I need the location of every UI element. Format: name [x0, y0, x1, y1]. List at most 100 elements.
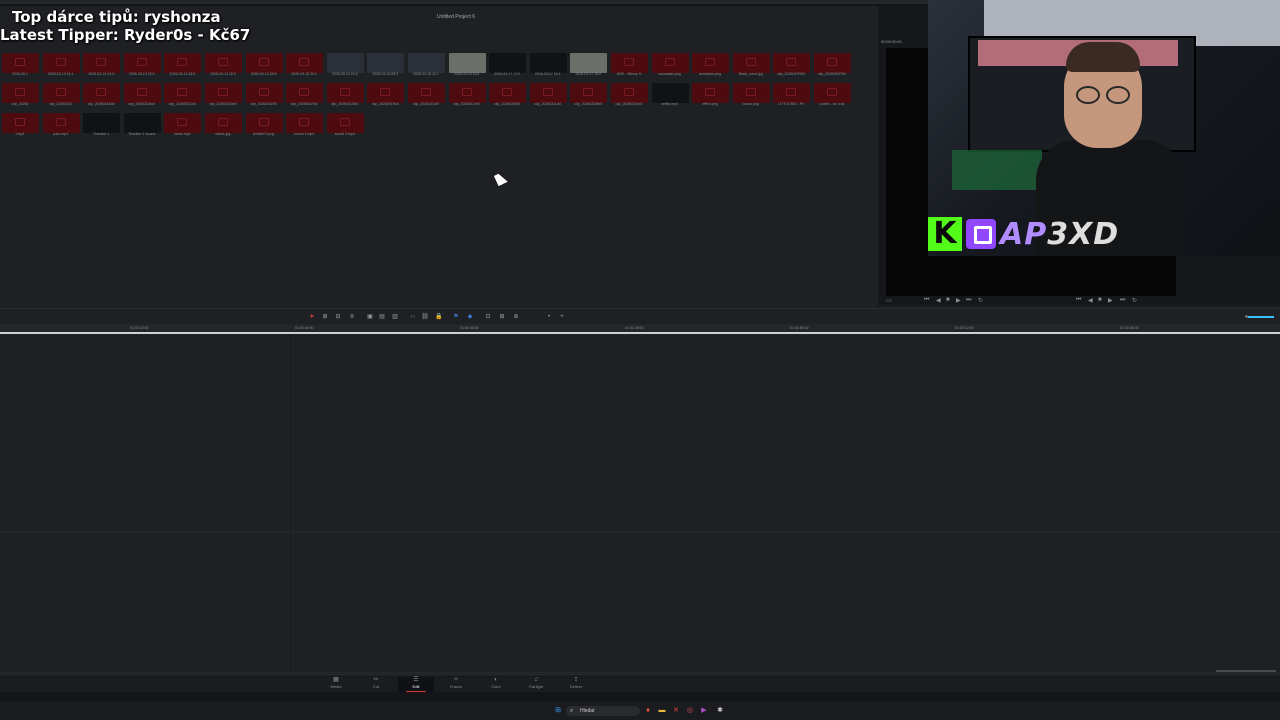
media-clip[interactable]: 2026-03-13 15:3 — [162, 48, 203, 78]
media-clip[interactable]: sound 2.mp4 — [325, 108, 366, 138]
media-clip[interactable]: 2026-03-17 18:1 — [528, 48, 569, 78]
taskbar-search[interactable]: ⌕ Hledat — [566, 706, 640, 716]
media-clip[interactable]: clip_2026031Aa0 — [81, 78, 122, 108]
media-clip[interactable]: 2026-03-15 22:4 — [325, 48, 366, 78]
media-clip[interactable]: LITTLE BIG - Pe — [771, 78, 812, 108]
media-clip[interactable]: clip_2026031De0 — [203, 78, 244, 108]
media-clip[interactable]: 2026-03-16 18:4 — [447, 48, 488, 78]
program-next-icon[interactable]: ⏭ — [1120, 297, 1125, 304]
windows-start-icon[interactable]: ⊞ — [554, 707, 562, 715]
media-clip[interactable]: soundwav.png — [650, 48, 691, 78]
media-clip[interactable]: clip_2026031Ef0 — [244, 78, 285, 108]
page-tab-fusion[interactable]: ✧ Fusion — [438, 677, 474, 692]
dynamic-trim-icon[interactable]: ⊟ — [334, 313, 342, 321]
marker-icon[interactable]: ◆ — [466, 313, 474, 321]
media-clip[interactable]: effect.png — [690, 78, 731, 108]
timeline-ruler[interactable]: 01:00:22:00 01:00:44:00 01:01:06:00 01:01:2… — [0, 324, 1280, 334]
lock-icon[interactable]: 🔒 — [435, 313, 443, 321]
loop-icon[interactable]: ↻ — [978, 297, 983, 304]
zoom-detail-icon[interactable]: ⊞ — [498, 313, 506, 321]
media-clip[interactable]: clip_2026031La0 — [528, 78, 569, 108]
media-clip[interactable]: Timeline 1 Sound — [122, 108, 163, 138]
media-clip[interactable]: clip_2026031Id0 — [406, 78, 447, 108]
media-clip[interactable]: 2026-03-13 15:0 — [122, 48, 163, 78]
media-clip[interactable]: 2026-03-13 16:0 — [203, 48, 244, 78]
media-clip[interactable]: clip_2026031Cd0 — [162, 78, 203, 108]
media-clip[interactable]: 2026-03-13 14:3 — [81, 48, 122, 78]
timeline-tracks[interactable] — [0, 336, 1280, 674]
program-prev-icon[interactable]: ⏮ — [1076, 297, 1081, 304]
media-clip[interactable]: Untitled 2.png — [244, 108, 285, 138]
link-icon[interactable]: ⛓ — [421, 313, 429, 321]
page-tab-deliver[interactable]: ⇪ Deliver — [558, 677, 594, 692]
app-icon-red[interactable]: ✕ — [672, 707, 680, 715]
zoom-full-icon[interactable]: ⊡ — [484, 313, 492, 321]
page-tab-cut[interactable]: ✂ Cut — [358, 677, 394, 692]
app-icon-circle[interactable]: ◎ — [686, 707, 694, 715]
media-clip[interactable]: clip_2026031Gb0 — [325, 78, 366, 108]
program-play-icon[interactable]: ▶ — [1108, 297, 1113, 304]
page-tab-media[interactable]: ▦ Media — [318, 677, 354, 692]
blade-tool-icon[interactable]: ⋔ — [348, 313, 356, 321]
media-clip[interactable]: Timeline 1 — [81, 108, 122, 138]
media-clip[interactable]: 1690 - Skinny H — [609, 48, 650, 78]
media-clip[interactable]: clip_2026031Ff00 — [771, 48, 812, 78]
media-clip[interactable]: clip_20260313 — [41, 78, 82, 108]
brave-browser-icon[interactable]: ♦ — [644, 707, 652, 715]
program-reverse-icon[interactable]: ◀ — [1088, 297, 1093, 304]
media-clip[interactable]: Lodelo - do d ko — [812, 78, 853, 108]
media-clip[interactable]: clip_20260 — [0, 78, 41, 108]
media-clip[interactable]: 2026-03-16 09:3 — [365, 48, 406, 78]
media-clip[interactable]: 2026-03-16 12:1 — [406, 48, 447, 78]
media-clip[interactable]: Black_robot.jpg — [731, 48, 772, 78]
program-stop-icon[interactable]: ■ — [1098, 297, 1102, 303]
app-icon-purple[interactable]: ▶ — [700, 707, 708, 715]
media-clip[interactable]: bonus.png — [731, 78, 772, 108]
prev-clip-icon[interactable]: ⏮ — [924, 297, 929, 304]
zoom-in-icon[interactable]: + — [558, 313, 566, 321]
media-clip[interactable]: r.mp4 — [0, 108, 41, 138]
media-clip[interactable]: 2026-03-13 14:1 — [41, 48, 82, 78]
insert-clip-icon[interactable]: ▣ — [366, 313, 374, 321]
media-clip[interactable]: pam.mp4 — [41, 108, 82, 138]
media-clip[interactable]: name.mp4 — [162, 108, 203, 138]
media-clip[interactable]: clip_2026031Je0 — [447, 78, 488, 108]
trim-tool-icon[interactable]: ⊞ — [321, 313, 329, 321]
media-clip[interactable]: 2026-03-1 — [0, 48, 41, 78]
program-loop-icon[interactable]: ↻ — [1132, 297, 1137, 304]
selection-tool-icon[interactable]: ➤ — [308, 313, 316, 321]
page-tab-edit[interactable]: ☰ Edit — [398, 677, 434, 692]
timeline-scrollbar[interactable] — [1216, 670, 1276, 672]
stop-icon[interactable]: ■ — [946, 297, 950, 303]
file-explorer-icon[interactable]: ▬ — [658, 707, 666, 715]
media-clip[interactable]: clip_2026031Bc0 — [122, 78, 163, 108]
snapping-icon[interactable]: ∩ — [409, 313, 417, 321]
flag-icon[interactable]: ⚑ — [452, 313, 460, 321]
media-clip[interactable]: 2026-03-17 19:0 — [568, 48, 609, 78]
media-clip[interactable]: clip_2026031Kf0 — [487, 78, 528, 108]
page-tab-fairlight[interactable]: ♫ Fairlight — [518, 677, 554, 692]
page-tab-color[interactable]: ◐ Color — [478, 677, 514, 692]
media-clip[interactable]: minus.jpg — [203, 108, 244, 138]
next-clip-icon[interactable]: ⏭ — [966, 297, 971, 304]
media-clip[interactable]: animation.png — [690, 48, 731, 78]
zoom-out-icon[interactable]: • — [545, 313, 553, 321]
overwrite-clip-icon[interactable]: ▤ — [378, 313, 386, 321]
davinci-resolve-icon[interactable]: ✱ — [716, 707, 724, 715]
replace-clip-icon[interactable]: ▥ — [391, 313, 399, 321]
media-clip[interactable]: 2026-03-15 20:1 — [284, 48, 325, 78]
media-clip[interactable]: clip_2026031Ff00 — [812, 48, 853, 78]
media-clip[interactable]: clip_2026031Hc0 — [365, 78, 406, 108]
media-clip[interactable]: clip_2026031Nc0 — [609, 78, 650, 108]
media-clip[interactable]: sound 1.mp4 — [284, 108, 325, 138]
play-icon[interactable]: ▶ — [956, 297, 961, 304]
zoom-custom-icon[interactable]: ⊕ — [512, 313, 520, 321]
media-clip[interactable]: 2026-03-17 17:0 — [487, 48, 528, 78]
media-clip[interactable]: 2026-03-13 16:5 — [244, 48, 285, 78]
media-clip[interactable]: clip_2026031Fa0 — [284, 78, 325, 108]
viewer-options-icon[interactable]: ▭ — [886, 297, 892, 304]
media-clip[interactable]: clip_2026031Mb0 — [568, 78, 609, 108]
play-reverse-icon[interactable]: ◀ — [936, 297, 941, 304]
volume-slider[interactable] — [1248, 316, 1274, 318]
media-clip[interactable]: netflix.mp4 — [650, 78, 691, 108]
